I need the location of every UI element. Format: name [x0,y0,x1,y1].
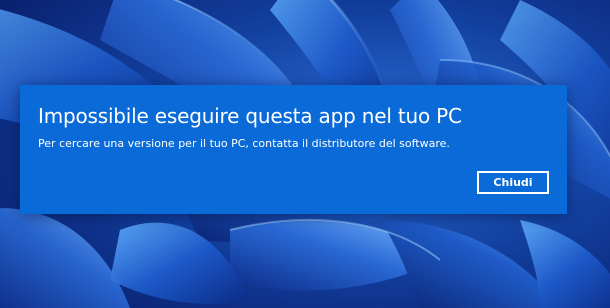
close-button[interactable]: Chiudi [477,171,549,194]
dialog-message: Per cercare una versione per il tuo PC, … [38,137,450,150]
dialog-title: Impossibile eseguire questa app nel tuo … [38,104,462,128]
app-compatibility-dialog: Impossibile eseguire questa app nel tuo … [20,85,567,214]
